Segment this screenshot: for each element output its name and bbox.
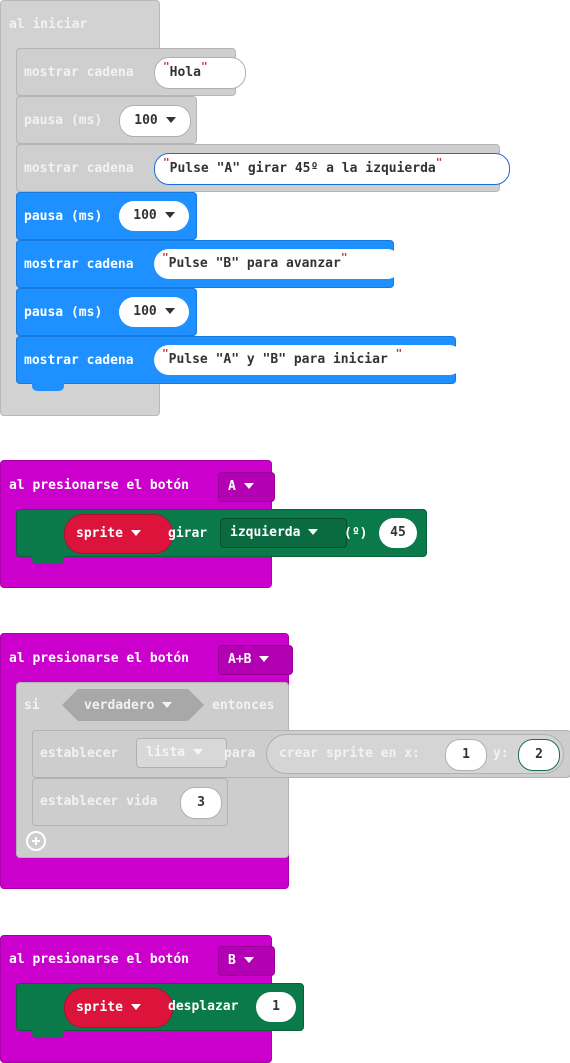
string-input[interactable]: "Pulse "B" para avanzar" <box>154 249 402 279</box>
condition-value: verdadero <box>84 698 173 714</box>
pause-ms-dropdown[interactable]: 100 <box>119 201 189 231</box>
chevron-down-icon <box>162 701 173 708</box>
block-notch <box>32 383 64 391</box>
on-button-label: al presionarse el botón <box>9 952 190 967</box>
show-string-label: mostrar cadena <box>24 161 134 176</box>
on-button-label: al presionarse el botón <box>9 651 190 666</box>
y-input[interactable]: 2 <box>518 739 560 771</box>
chevron-down-icon <box>130 1003 141 1010</box>
set-label: establecer <box>40 746 119 761</box>
degrees-label: (º) <box>344 526 368 541</box>
create-sprite-label: crear sprite en x: <box>279 746 420 761</box>
add-else-plus-icon[interactable] <box>26 831 46 851</box>
to-label: para <box>224 746 256 761</box>
degrees-input[interactable]: 45 <box>379 518 417 548</box>
pause-label: pausa (ms) <box>24 305 103 320</box>
move-label: desplazar <box>168 999 239 1014</box>
chevron-down-icon <box>259 655 270 662</box>
string-input[interactable]: "Pulse "A" girar 45º a la izquierda" <box>154 153 510 185</box>
string-input[interactable]: "Hola" <box>154 57 246 89</box>
show-string-label: mostrar cadena <box>24 65 134 80</box>
life-input[interactable]: 3 <box>180 787 222 819</box>
pause-ms-dropdown[interactable]: 100 <box>119 297 189 327</box>
chevron-down-icon <box>193 748 204 755</box>
sprite-variable-dropdown[interactable]: sprite <box>64 988 173 1028</box>
variable-dropdown[interactable]: lista <box>136 738 227 768</box>
string-input[interactable]: "Pulse "A" y "B" para iniciar " <box>154 345 464 375</box>
steps-input[interactable]: 1 <box>256 992 296 1022</box>
chevron-down-icon <box>164 211 175 218</box>
button-dropdown[interactable]: A <box>218 472 275 502</box>
chevron-down-icon <box>243 482 254 489</box>
button-dropdown[interactable]: B <box>218 946 275 976</box>
button-dropdown[interactable]: A+B <box>218 645 293 675</box>
if-label: si <box>24 698 40 713</box>
sprite-variable-dropdown[interactable]: sprite <box>64 514 173 554</box>
y-label: y: <box>493 746 509 761</box>
x-input[interactable]: 1 <box>445 739 487 771</box>
chevron-down-icon <box>165 116 176 123</box>
block-notch <box>32 556 64 564</box>
direction-dropdown[interactable]: izquierda <box>220 518 347 548</box>
turn-label: girar <box>168 526 208 541</box>
show-string-label: mostrar cadena <box>24 353 134 368</box>
pause-label: pausa (ms) <box>24 209 103 224</box>
pause-ms-dropdown[interactable]: 100 <box>119 105 191 137</box>
chevron-down-icon <box>130 529 141 536</box>
chevron-down-icon <box>164 307 175 314</box>
on-button-label: al presionarse el botón <box>9 478 190 493</box>
show-string-label: mostrar cadena <box>24 257 134 272</box>
set-life-label: establecer vida <box>40 794 158 809</box>
then-label: entonces <box>212 698 275 713</box>
on-start-label: al iniciar <box>9 17 88 32</box>
chevron-down-icon <box>243 956 254 963</box>
chevron-down-icon <box>308 528 319 535</box>
pause-label: pausa (ms) <box>24 113 103 128</box>
block-notch <box>32 1030 64 1038</box>
